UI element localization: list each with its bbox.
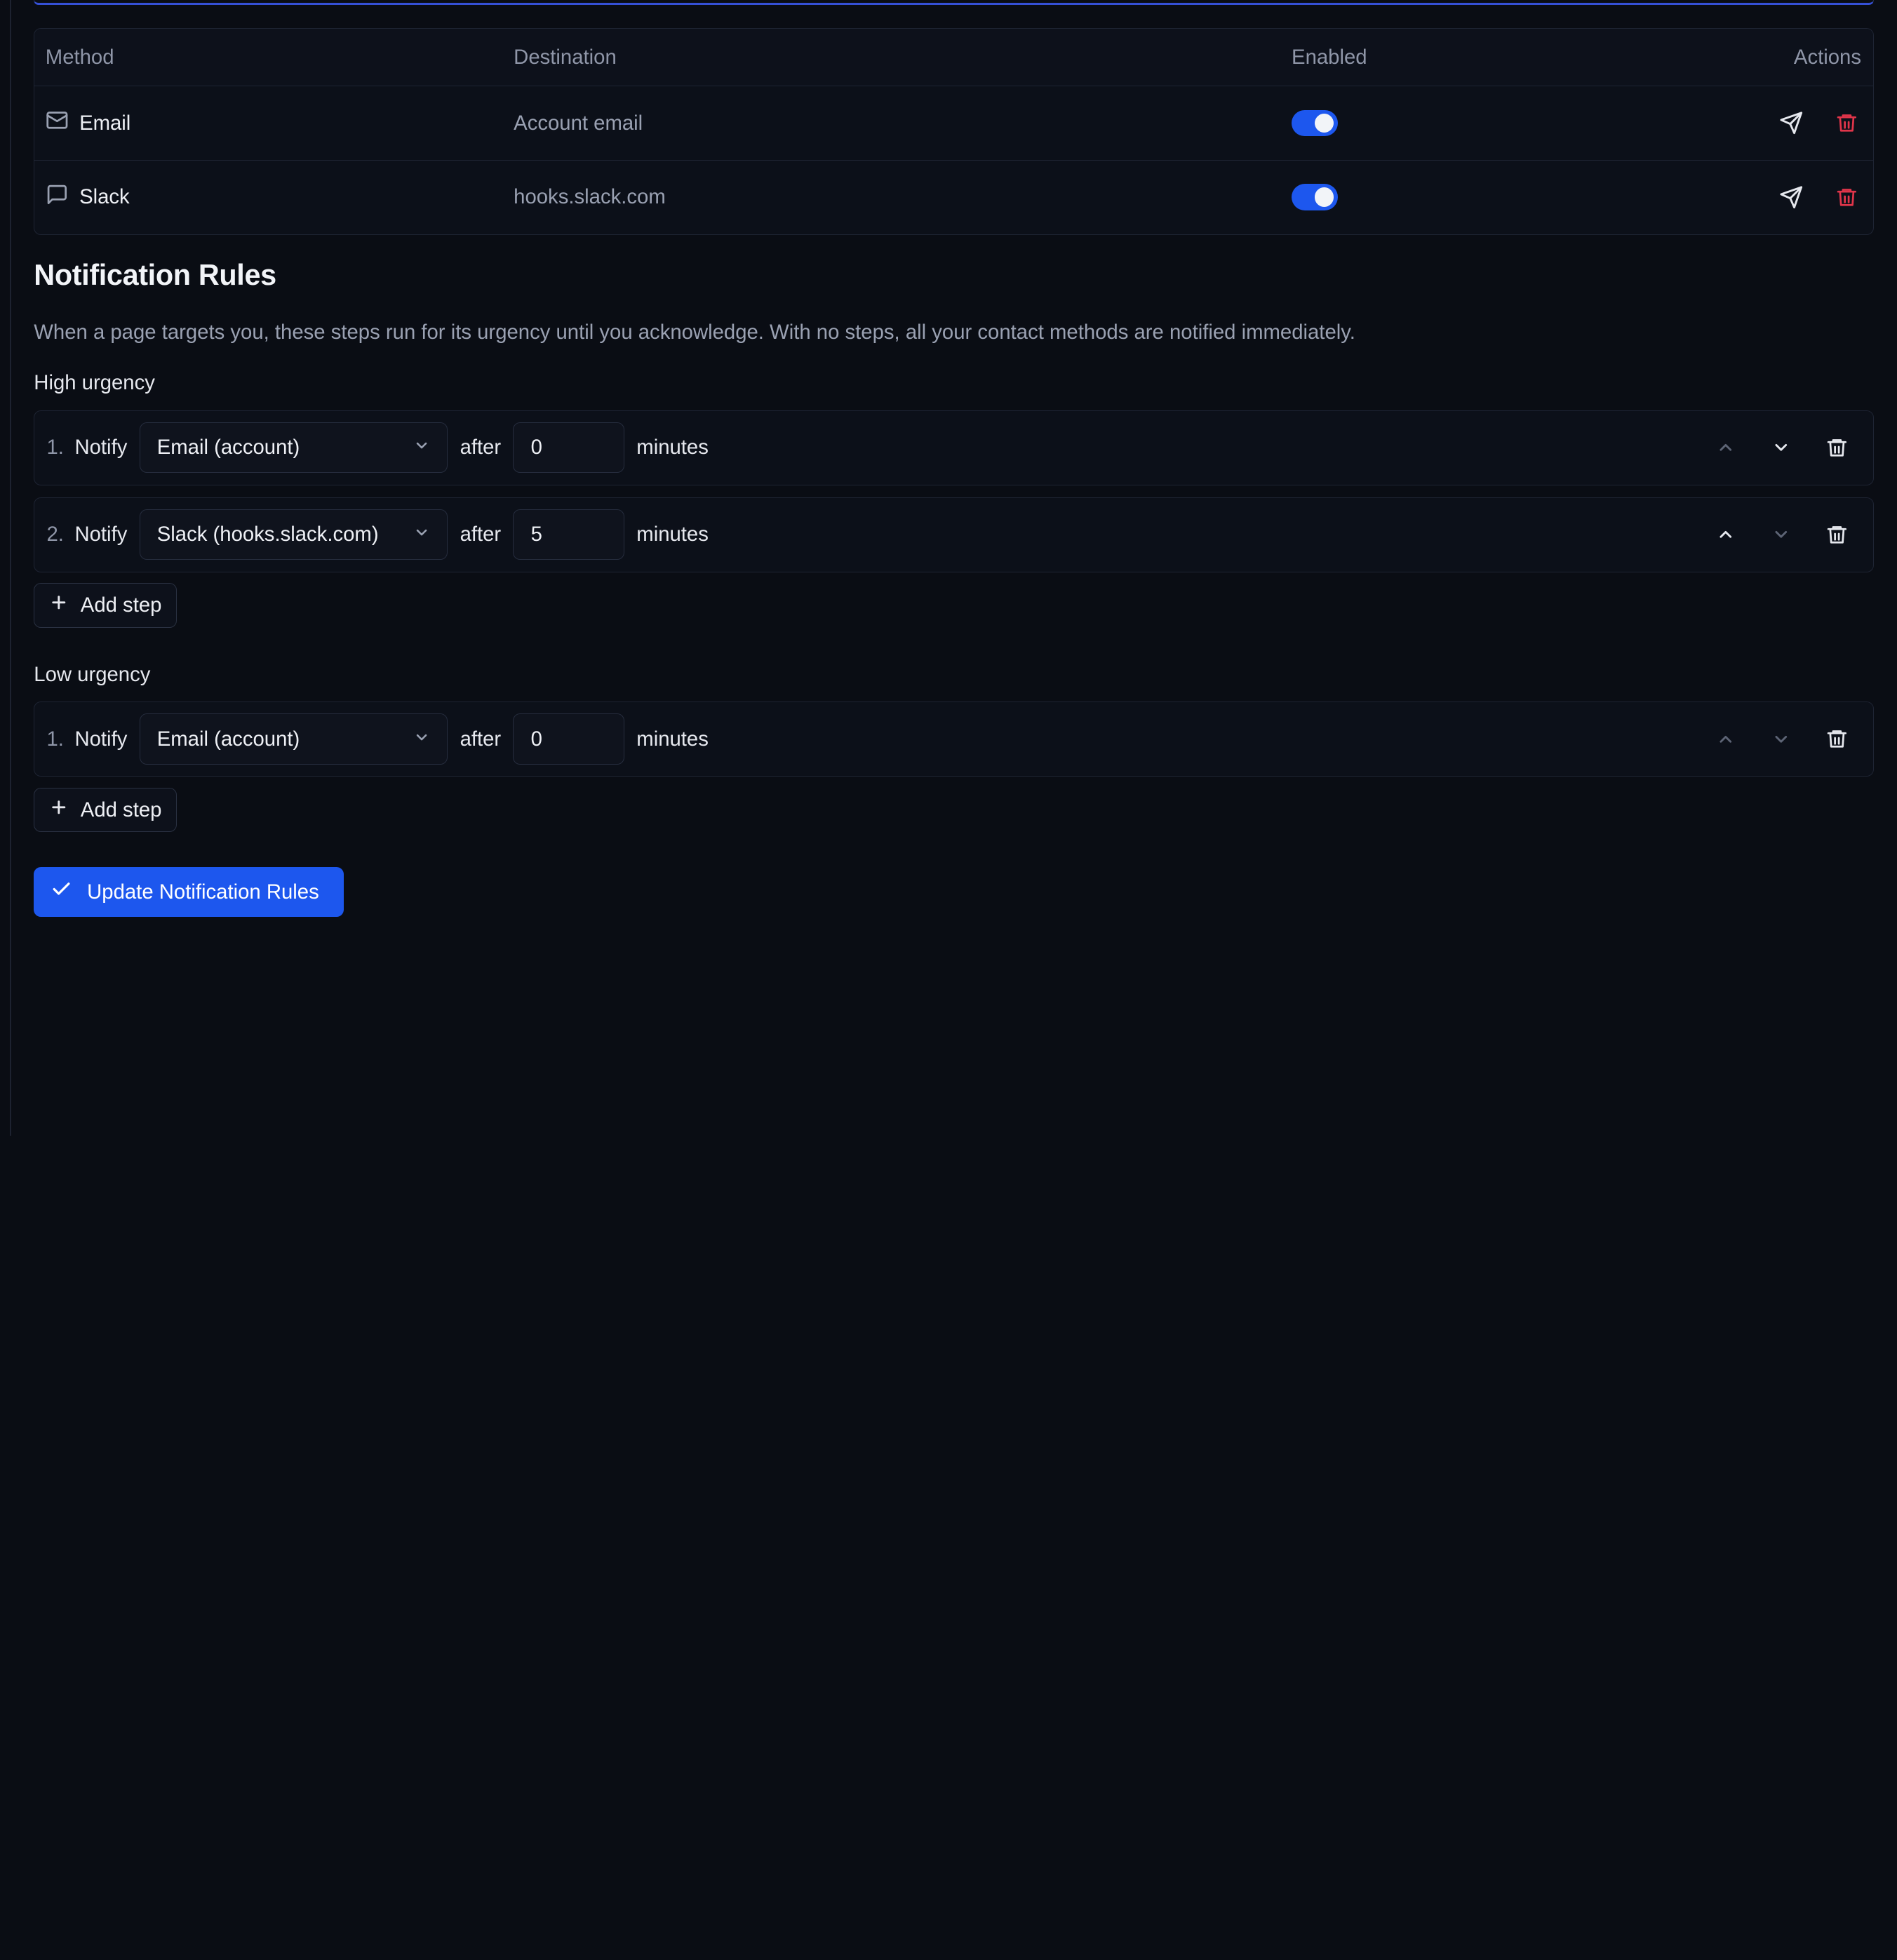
after-label: after <box>460 727 502 751</box>
add-step-button[interactable]: Add step <box>34 583 177 628</box>
move-down-icon[interactable] <box>1767 521 1796 549</box>
notify-label: Notify <box>74 523 128 546</box>
section-description: When a page targets you, these steps run… <box>34 320 1355 344</box>
add-step-label: Add step <box>80 798 162 821</box>
header-actions: Actions <box>1793 45 1861 69</box>
select-value: Email (account) <box>156 436 300 459</box>
add-step-label: Add step <box>80 593 162 617</box>
delete-step-icon[interactable] <box>1823 433 1851 462</box>
step-number: 2. <box>46 523 64 546</box>
delete-icon[interactable] <box>1832 109 1861 137</box>
notify-label: Notify <box>74 727 128 751</box>
move-down-icon[interactable] <box>1767 433 1796 462</box>
contact-method-select[interactable]: Slack (hooks.slack.com) <box>139 509 448 561</box>
move-up-icon[interactable] <box>1711 725 1740 753</box>
sidebar-divider <box>9 0 11 1136</box>
section-title: Notification Rules <box>34 259 276 292</box>
move-down-icon[interactable] <box>1767 725 1796 753</box>
minutes-label: minutes <box>636 727 709 751</box>
table-row: Slack hooks.slack.com <box>34 161 1873 234</box>
enabled-toggle[interactable] <box>1292 109 1338 137</box>
low-urgency-title: Low urgency <box>34 663 151 687</box>
header-method: Method <box>45 45 114 69</box>
previous-card-edge <box>34 0 1875 5</box>
update-rules-label: Update Notification Rules <box>87 880 319 904</box>
header-destination: Destination <box>514 45 617 69</box>
add-step-button[interactable]: Add step <box>34 787 177 833</box>
select-value: Email (account) <box>156 727 300 751</box>
step-number: 1. <box>46 727 64 751</box>
delete-step-icon[interactable] <box>1823 521 1851 549</box>
method-cell: Email <box>46 109 131 137</box>
minutes-label: minutes <box>636 436 709 459</box>
destination-value: hooks.slack.com <box>514 185 666 209</box>
mail-icon <box>46 109 69 137</box>
high-urgency-title: High urgency <box>34 371 155 395</box>
chevron-down-icon <box>413 523 430 546</box>
plus-icon <box>49 593 69 618</box>
update-rules-button[interactable]: Update Notification Rules <box>34 867 344 918</box>
table-row: Email Account email <box>34 86 1874 161</box>
table-header: Method Destination Enabled Actions <box>34 28 1874 87</box>
rule-step: 1. Notify Email (account) after minutes <box>34 410 1875 485</box>
message-icon <box>46 183 69 212</box>
notification-settings-page: Method Destination Enabled Actions Email… <box>0 0 1897 1136</box>
contact-method-select[interactable]: Email (account) <box>139 713 448 765</box>
move-up-icon[interactable] <box>1711 521 1740 549</box>
method-name: Slack <box>79 185 130 209</box>
contact-methods-table: Method Destination Enabled Actions Email… <box>34 27 1875 235</box>
contact-method-select[interactable]: Email (account) <box>139 422 448 474</box>
delete-icon[interactable] <box>1832 183 1861 212</box>
send-test-icon[interactable] <box>1776 109 1805 137</box>
chevron-down-icon <box>413 436 430 459</box>
send-test-icon[interactable] <box>1776 183 1805 212</box>
delay-input[interactable] <box>513 422 625 474</box>
rule-step: 2. Notify Slack (hooks.slack.com) after … <box>34 497 1875 572</box>
rule-step: 1. Notify Email (account) after minutes <box>34 702 1875 777</box>
plus-icon <box>49 798 69 823</box>
method-name: Email <box>79 111 131 135</box>
minutes-label: minutes <box>636 523 709 546</box>
delay-input[interactable] <box>513 713 625 765</box>
after-label: after <box>460 523 502 546</box>
header-enabled: Enabled <box>1292 45 1367 69</box>
destination-value: Account email <box>514 111 643 135</box>
enabled-toggle[interactable] <box>1292 184 1338 211</box>
chevron-down-icon <box>413 727 430 751</box>
notify-label: Notify <box>74 436 128 459</box>
step-number: 1. <box>46 436 64 459</box>
move-up-icon[interactable] <box>1711 433 1740 462</box>
method-cell: Slack <box>46 183 130 212</box>
after-label: after <box>460 436 502 459</box>
check-icon <box>51 878 72 906</box>
delay-input[interactable] <box>513 509 625 561</box>
select-value: Slack (hooks.slack.com) <box>156 523 379 546</box>
delete-step-icon[interactable] <box>1823 725 1851 753</box>
